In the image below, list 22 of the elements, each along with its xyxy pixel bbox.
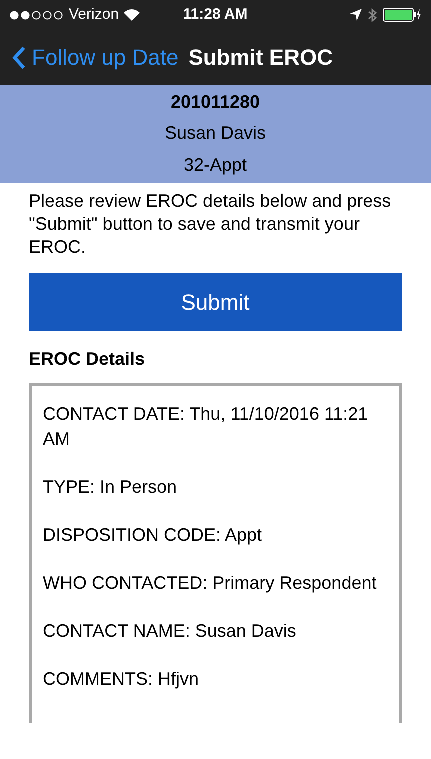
wifi-icon	[124, 9, 140, 21]
chevron-left-icon	[12, 46, 26, 70]
disposition-label: 32-Appt	[184, 154, 248, 177]
battery-icon	[383, 8, 422, 22]
instructions-text: Please review EROC details below and press "Submit" button to save and transmit your EROC.	[29, 190, 392, 259]
signal-icon	[10, 10, 64, 20]
detail-line: COMMENTS: Hfjvn	[43, 668, 200, 691]
back-button[interactable]: Follow up Date	[12, 41, 179, 74]
screen-title: Submit EROC	[188, 44, 333, 72]
bluetooth-icon	[368, 8, 378, 22]
section-heading: EROC Details	[29, 348, 146, 371]
respondent-name: Susan Davis	[164, 122, 266, 146]
detail-line: WHO CONTACTED: Primary Respondent	[43, 572, 378, 595]
clock-time: 11:28 AM	[183, 4, 248, 25]
detail-line: DISPOSITION CODE: Appt	[43, 524, 264, 547]
location-arrow-icon	[350, 9, 362, 21]
submit-button[interactable]: Submit	[29, 273, 402, 331]
detail-line: CONTACT NAME: Susan Davis	[43, 620, 298, 643]
carrier-label: Verizon	[69, 4, 120, 25]
detail-line: CONTACT DATE: Thu, 11/10/2016 11:21 AM	[43, 403, 370, 451]
case-id: 201011280	[170, 91, 260, 114]
detail-line: TYPE: In Person	[43, 476, 178, 499]
